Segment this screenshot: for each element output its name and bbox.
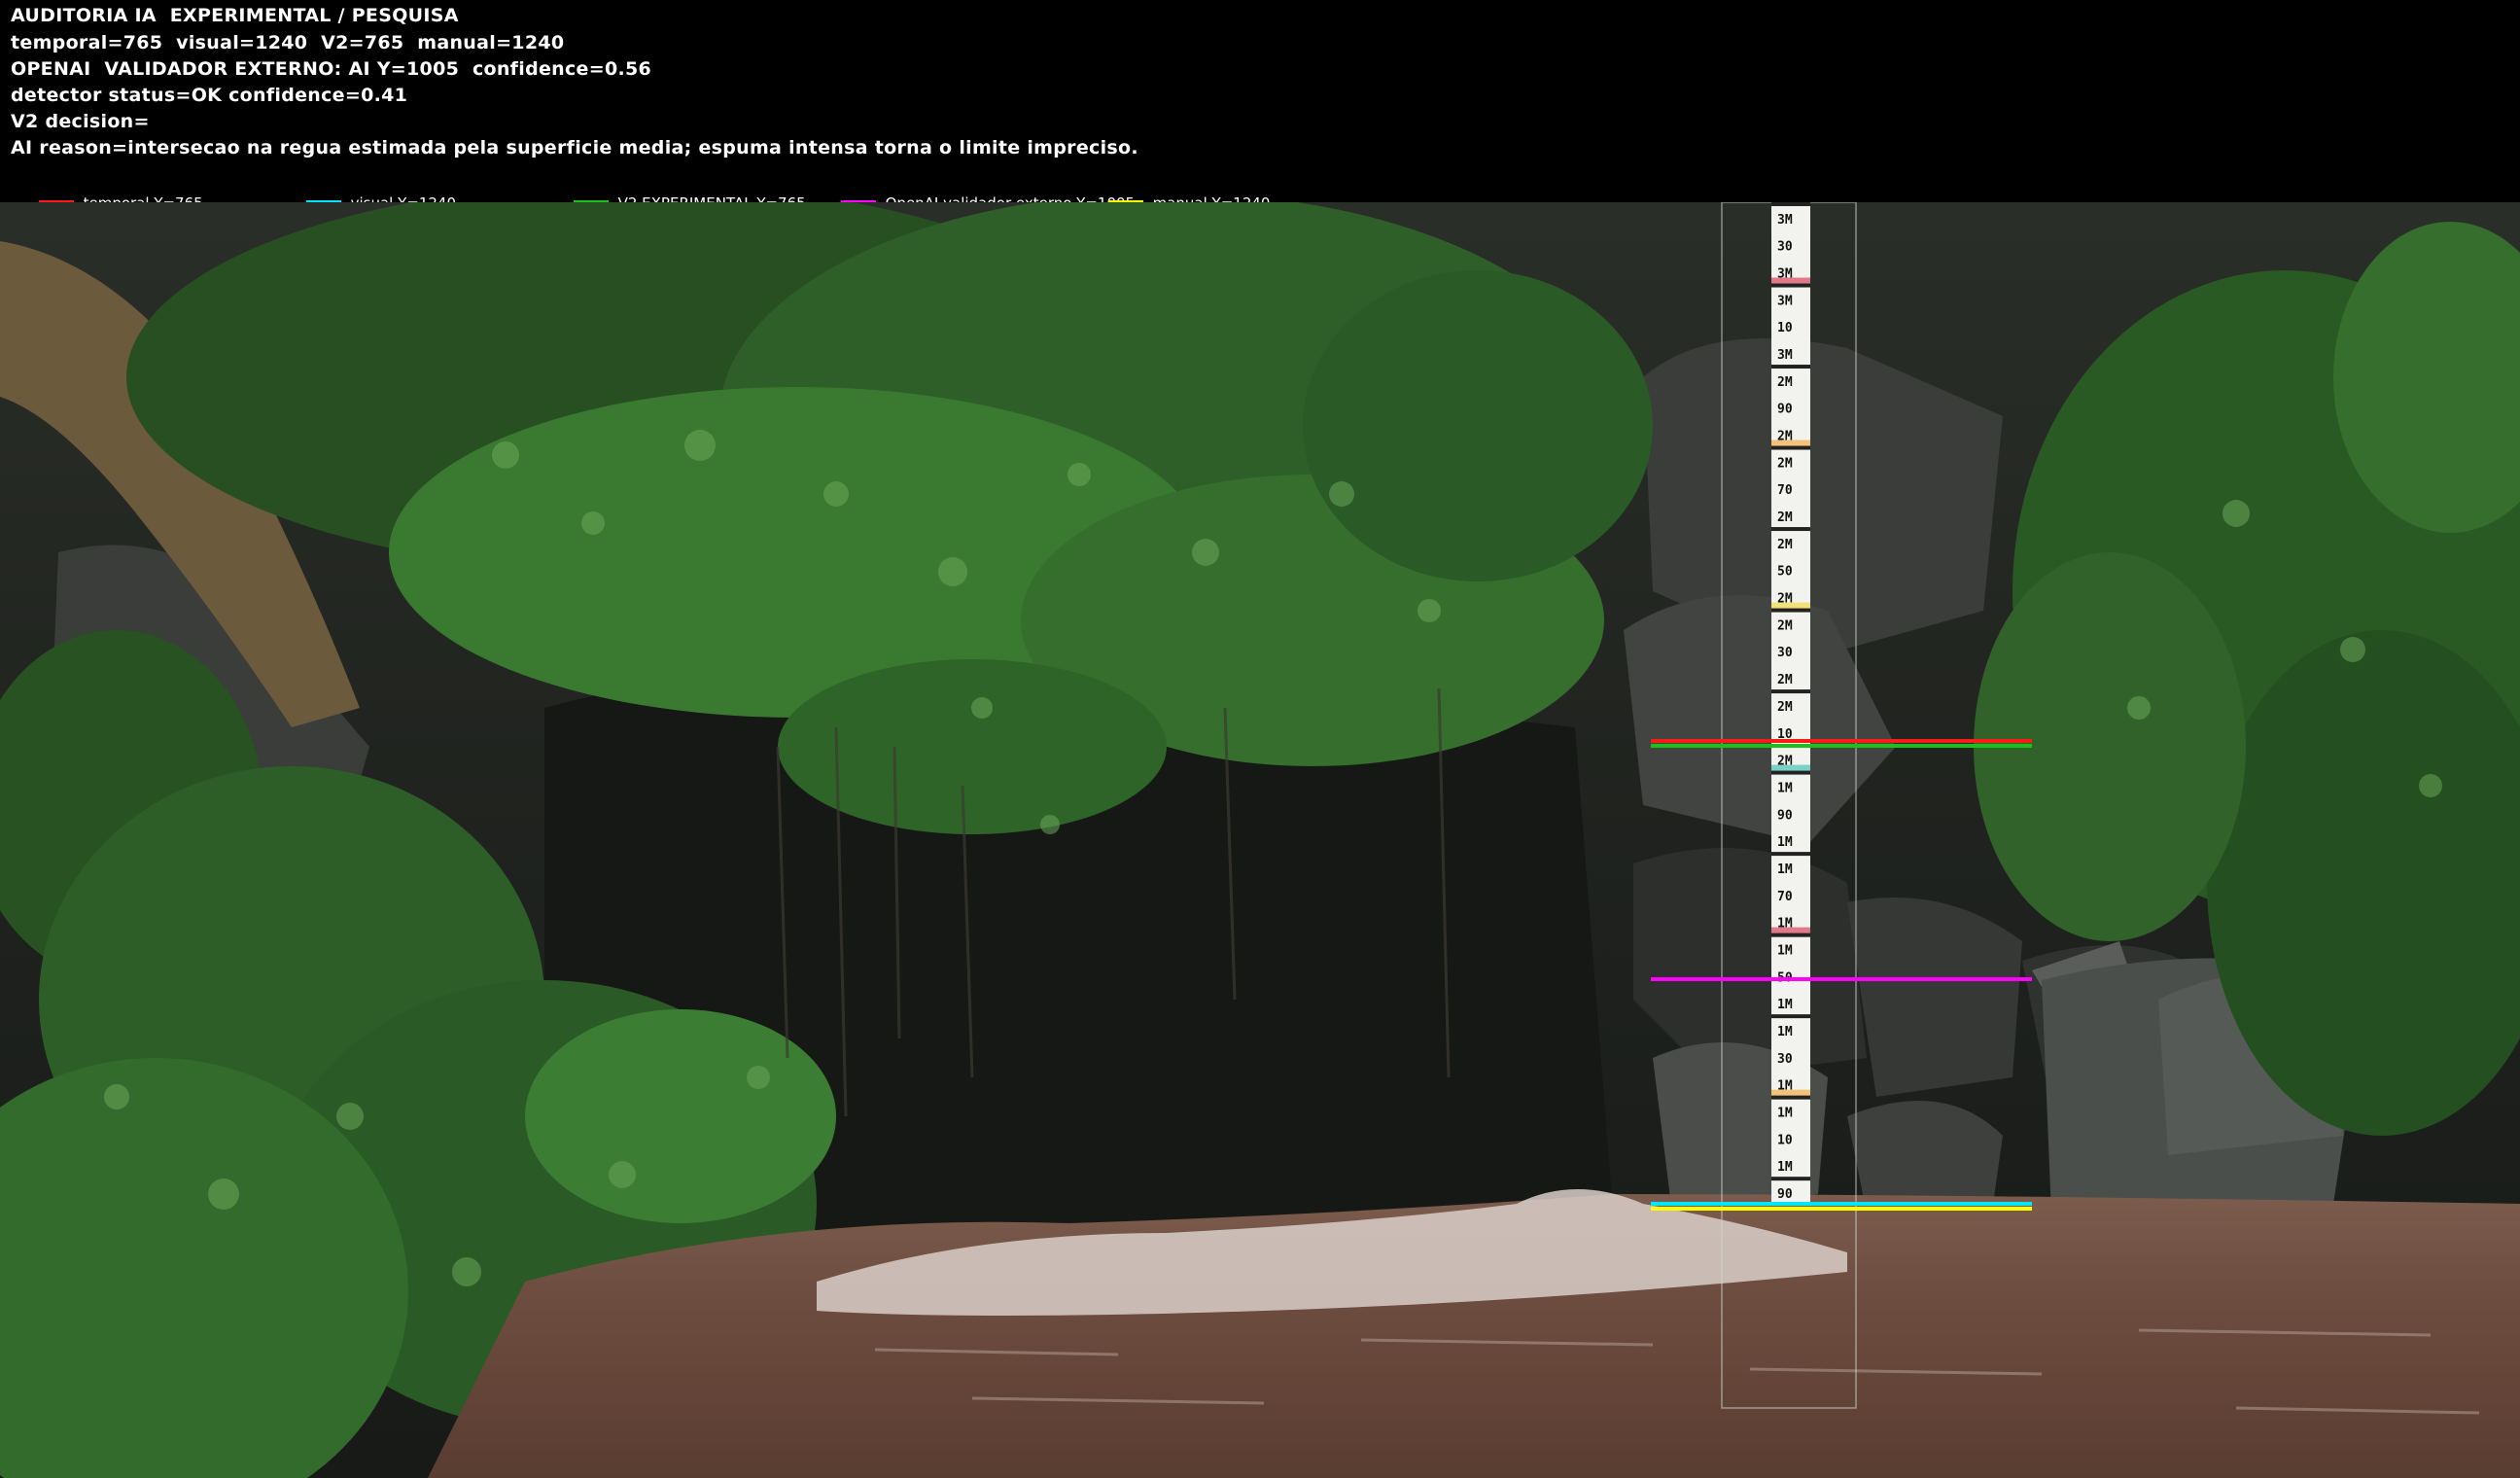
gauge-label: 30 (1777, 240, 1793, 255)
gauge-label: 3M (1777, 213, 1793, 228)
gauge-tick (1771, 770, 1810, 775)
gauge-label: 2M (1777, 592, 1793, 607)
legend-item-visual: visual Y=1240 (278, 171, 456, 212)
gauge-label: 1M (1777, 917, 1793, 932)
gauge-tick (1771, 365, 1810, 370)
gauge-tick (1771, 852, 1810, 857)
gauge-tick (1771, 283, 1810, 288)
gauge-tick (1771, 933, 1810, 937)
gauge-label: 10 (1777, 1133, 1793, 1147)
gauge-label: 90 (1777, 1187, 1793, 1202)
gauge-label: 2M (1777, 375, 1793, 390)
gauge-tick (1771, 527, 1810, 532)
decision-line: V2 decision= (11, 111, 150, 132)
gauge-label: 10 (1777, 321, 1793, 335)
gauge-label: 30 (1777, 1052, 1793, 1067)
gauge-label: 3M (1777, 348, 1793, 363)
gauge-label: 2M (1777, 673, 1793, 687)
gauge-tick (1771, 689, 1810, 694)
detector-line: detector status=OK confidence=0.41 (11, 85, 408, 106)
gauge-label: 1M (1777, 1079, 1793, 1094)
gauge-label: 1M (1777, 1106, 1793, 1120)
gauge-label: 90 (1777, 403, 1793, 417)
gauge-label: 2M (1777, 510, 1793, 525)
gauge-label: 3M (1777, 267, 1793, 282)
gauge-tick (1771, 1177, 1810, 1181)
gauge-label: 2M (1777, 755, 1793, 769)
openai-line: OPENAI VALIDADOR EXTERNO: AI Y=1005 conf… (11, 58, 652, 80)
legend-item-manual: manual Y=1240 (1080, 171, 1270, 212)
audit-screen: AUDITORIA IA EXPERIMENTAL / PESQUISA tem… (0, 0, 2520, 1478)
temporal-level-line (1651, 739, 2032, 743)
gauge-label: 70 (1777, 483, 1793, 498)
openai-level-line (1651, 977, 2032, 981)
audit-title: AUDITORIA IA EXPERIMENTAL / PESQUISA (11, 5, 459, 26)
staff-gauge: 3M 30 3M 3M 10 3M 2M 90 2M 2M 70 2M 2M 50 2M 2M 30 2M 2M 10… (1771, 202, 1810, 1204)
gauge-label: 2M (1777, 456, 1793, 471)
gauge-tick (1771, 1014, 1810, 1019)
gauge-label: 1M (1777, 1160, 1793, 1175)
gauge-tick (1771, 608, 1810, 613)
gauge-label: 50 (1777, 565, 1793, 580)
gauge-label: 70 (1777, 890, 1793, 904)
gauge-label: 2M (1777, 430, 1793, 444)
metrics-line: temporal=765 visual=1240 V2=765 manual=1… (11, 32, 565, 53)
visual-level-line (1651, 1202, 2032, 1206)
gauge-tick (1771, 445, 1810, 450)
gauge-label: 1M (1777, 862, 1793, 877)
gauge-label: 30 (1777, 646, 1793, 660)
reason-line: AI reason=intersecao na regua estimada p… (11, 137, 1138, 158)
gauge-label: 1M (1777, 998, 1793, 1012)
gauge-label: 1M (1777, 781, 1793, 795)
gauge-tick (1771, 202, 1810, 206)
manual-level-line (1651, 1207, 2032, 1211)
v2-level-line (1651, 744, 2032, 748)
gauge-label: 2M (1777, 700, 1793, 715)
gauge-label: 1M (1777, 1025, 1793, 1039)
river-camera-frame: 3M 30 3M 3M 10 3M 2M 90 2M 2M 70 2M 2M 50 2M 2M 30 2M 2M 10… (0, 202, 2520, 1478)
gauge-label: 90 (1777, 808, 1793, 823)
gauge-label: 1M (1777, 943, 1793, 958)
gauge-label: 2M (1777, 618, 1793, 633)
gauge-label: 3M (1777, 294, 1793, 308)
gauge-tick (1771, 1095, 1810, 1100)
audit-header: AUDITORIA IA EXPERIMENTAL / PESQUISA tem… (0, 0, 2520, 212)
legend-item-temporal: temporal Y=765 (11, 171, 203, 212)
legend-item-v2: V2 EXPERIMENTAL Y=765 (545, 171, 806, 212)
gauge-label: 1M (1777, 835, 1793, 850)
gauge-label: 2M (1777, 538, 1793, 552)
